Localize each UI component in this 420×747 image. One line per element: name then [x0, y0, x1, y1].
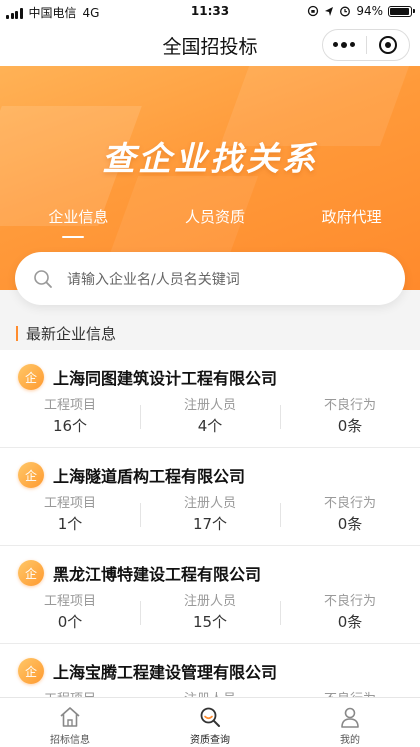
- company-card[interactable]: 企 上海同图建筑设计工程有限公司 工程项目 16个 注册人员 4个 不良行为 0条: [0, 350, 420, 448]
- section-title: 最新企业信息: [26, 324, 117, 343]
- company-header: 企 上海同图建筑设计工程有限公司: [18, 364, 277, 390]
- tabbar-label: 我的: [340, 735, 360, 746]
- search-icon: [200, 707, 220, 727]
- stat-violations: 不良行为 0条: [280, 593, 420, 633]
- stat-registered-staff: 注册人员 15个: [140, 593, 280, 633]
- stat-value: 0条: [337, 515, 363, 533]
- battery-percent: 94%: [356, 4, 383, 18]
- company-header: 企 上海隧道盾构工程有限公司: [18, 462, 245, 488]
- company-name: 上海宝腾工程建设管理有限公司: [53, 663, 278, 682]
- close-app-icon[interactable]: [366, 36, 409, 54]
- tab-government-agency[interactable]: 政府代理: [283, 206, 420, 227]
- search-box[interactable]: 请输入企业名/人员名关键词: [15, 252, 405, 305]
- tabbar-label: 资质查询: [190, 735, 230, 746]
- stat-projects: 工程项目 0个: [0, 593, 140, 633]
- mini-program-capsule: [322, 29, 410, 61]
- stat-label: 注册人员: [183, 398, 236, 413]
- bottom-tab-bar: 招标信息 资质查询 我的: [0, 697, 420, 747]
- company-name: 上海同图建筑设计工程有限公司: [53, 369, 278, 388]
- stat-label: 工程项目: [43, 398, 96, 413]
- company-badge-icon: 企: [18, 364, 44, 390]
- stat-value: 0条: [337, 417, 363, 435]
- stat-label: 工程项目: [43, 594, 96, 609]
- company-stats: 工程项目 16个 注册人员 4个 不良行为 0条: [0, 397, 420, 437]
- stat-label: 工程项目: [43, 496, 96, 511]
- alarm-icon: [340, 6, 351, 17]
- location-icon: [325, 6, 334, 16]
- stat-value: 0条: [337, 613, 363, 631]
- stat-value: 4个: [197, 417, 223, 435]
- tabbar-item-mine[interactable]: 我的: [280, 698, 420, 747]
- status-right: 94%: [307, 4, 415, 18]
- stat-value: 0个: [57, 613, 83, 631]
- stat-violations: 不良行为 0条: [280, 397, 420, 437]
- rotation-lock-icon: [308, 5, 319, 17]
- app-screen: 中国电信 4G 11:33 94% 全国招投标 查企业找关系 企业信息 人员资质…: [0, 0, 420, 747]
- company-badge-icon: 企: [18, 462, 44, 488]
- stat-label: 注册人员: [183, 496, 236, 511]
- company-card[interactable]: 企 上海隧道盾构工程有限公司 工程项目 1个 注册人员 17个 不良行为 0条: [0, 448, 420, 546]
- stat-value: 16个: [52, 417, 88, 435]
- stat-projects: 工程项目 1个: [0, 495, 140, 535]
- company-stats: 工程项目 1个 注册人员 17个 不良行为 0条: [0, 495, 420, 535]
- section-accent-bar: [16, 325, 18, 341]
- more-menu-icon[interactable]: [323, 42, 366, 48]
- stat-label: 注册人员: [183, 594, 236, 609]
- tabbar-item-qualification-search[interactable]: 资质查询: [140, 698, 280, 747]
- stat-violations: 不良行为 0条: [280, 495, 420, 535]
- company-badge-icon: 企: [18, 658, 44, 684]
- company-header: 企 上海宝腾工程建设管理有限公司: [18, 658, 277, 684]
- stat-label: 不良行为: [323, 398, 376, 413]
- stat-projects: 工程项目 16个: [0, 397, 140, 437]
- category-tabs: 企业信息 人员资质 政府代理: [0, 206, 420, 238]
- status-bar: 中国电信 4G 11:33 94%: [0, 0, 420, 24]
- user-icon: [341, 707, 359, 728]
- banner-headline: 查企业找关系: [102, 139, 318, 178]
- stat-value: 1个: [57, 515, 83, 533]
- company-badge-icon: 企: [18, 560, 44, 586]
- company-header: 企 黑龙江博特建设工程有限公司: [18, 560, 261, 586]
- tabbar-label: 招标信息: [50, 735, 90, 746]
- stat-value: 17个: [192, 515, 228, 533]
- company-name: 上海隧道盾构工程有限公司: [53, 467, 246, 486]
- search-placeholder: 请输入企业名/人员名关键词: [67, 271, 240, 288]
- section-header: 最新企业信息: [0, 318, 420, 348]
- company-list: 企 上海同图建筑设计工程有限公司 工程项目 16个 注册人员 4个 不良行为 0条 企…: [0, 350, 420, 742]
- stat-registered-staff: 注册人员 4个: [140, 397, 280, 437]
- tabbar-item-bidding-info[interactable]: 招标信息: [0, 698, 140, 747]
- battery-icon: [388, 5, 415, 17]
- company-name: 黑龙江博特建设工程有限公司: [53, 565, 262, 584]
- tab-personnel-qualification[interactable]: 人员资质: [147, 206, 284, 227]
- search-icon: [34, 269, 52, 288]
- nav-bar: 全国招投标: [0, 24, 420, 66]
- stat-value: 15个: [192, 613, 228, 631]
- stat-registered-staff: 注册人员 17个: [140, 495, 280, 535]
- company-stats: 工程项目 0个 注册人员 15个 不良行为 0条: [0, 593, 420, 633]
- home-icon: [60, 707, 80, 727]
- stat-label: 不良行为: [323, 496, 376, 511]
- stat-label: 不良行为: [323, 594, 376, 609]
- tab-company-info[interactable]: 企业信息: [0, 206, 147, 238]
- company-card[interactable]: 企 黑龙江博特建设工程有限公司 工程项目 0个 注册人员 15个 不良行为 0条: [0, 546, 420, 644]
